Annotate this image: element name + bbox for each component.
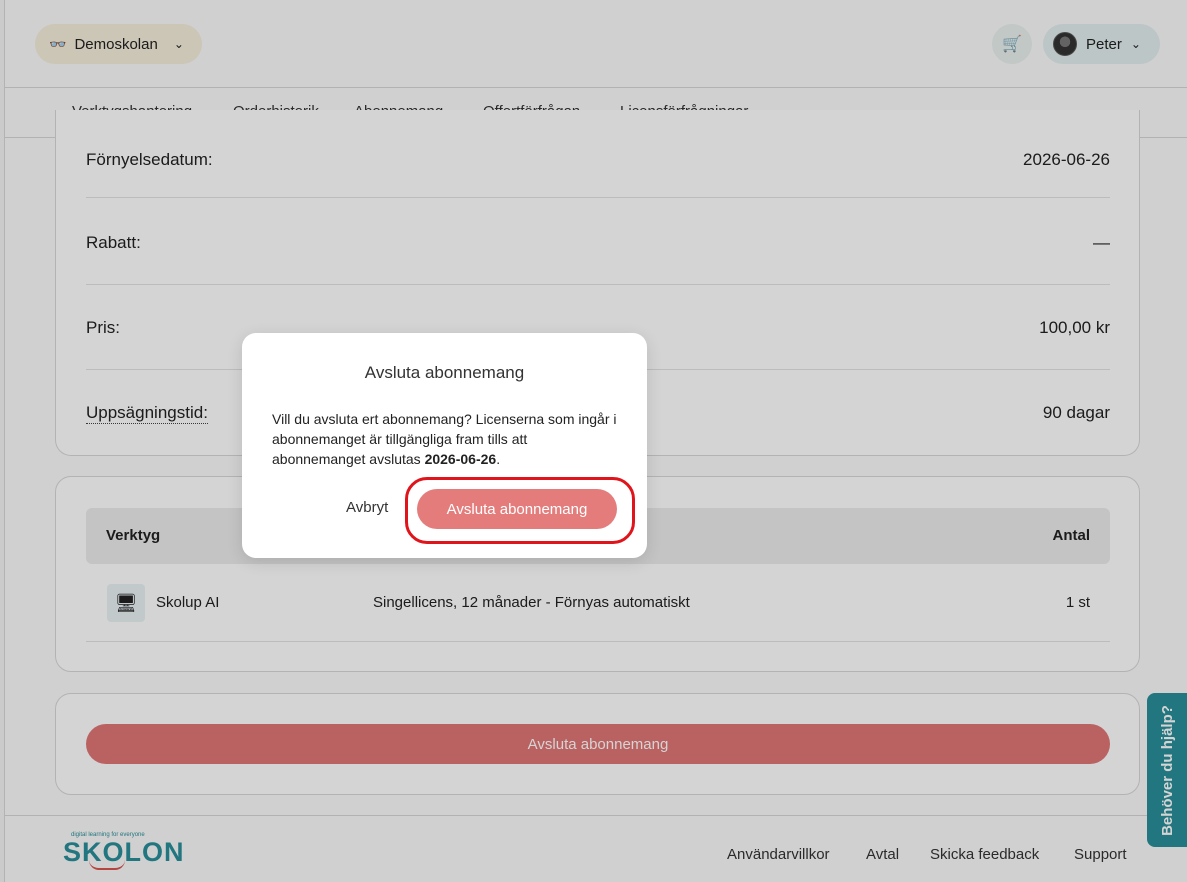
highlight-annotation — [405, 477, 635, 544]
dialog-body-end: . — [496, 451, 501, 467]
dialog-body-date: 2026-06-26 — [424, 451, 497, 467]
dialog-body: Vill du avsluta ert abonnemang? Licenser… — [272, 409, 622, 469]
dialog-title: Avsluta abonnemang — [364, 363, 525, 382]
dialog-cancel-button[interactable]: Avbryt — [346, 499, 388, 516]
